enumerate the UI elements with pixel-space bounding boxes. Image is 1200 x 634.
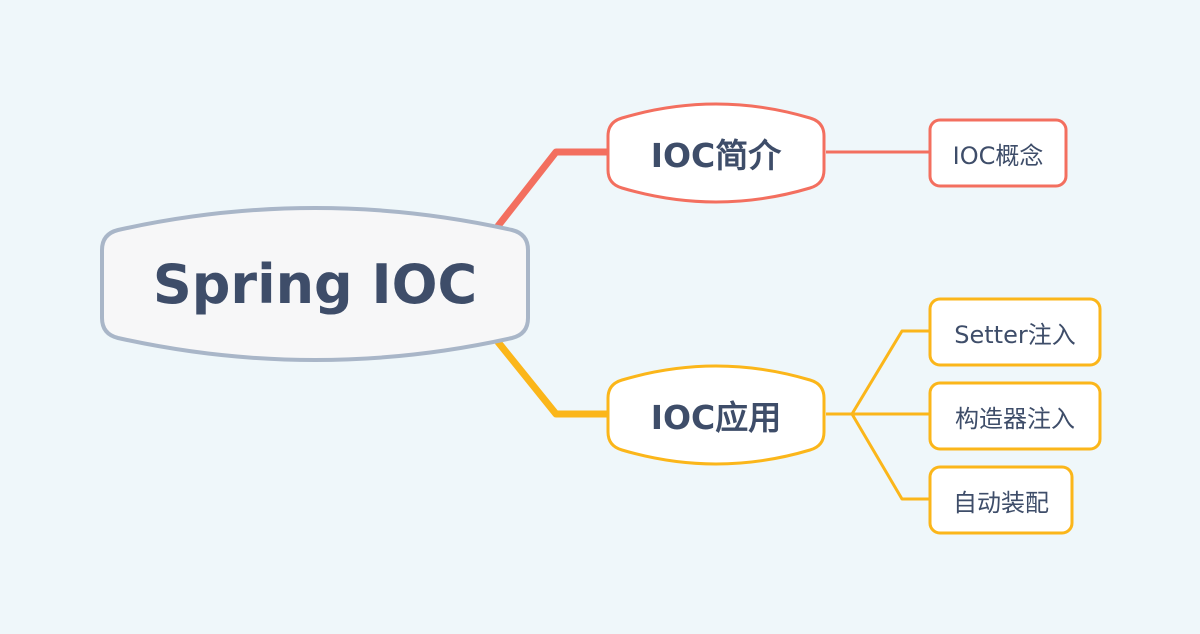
autowire-node-label: 自动装配 [953, 488, 1049, 517]
app-node-label: IOC应用 [650, 398, 782, 437]
connector-app-setter [826, 329, 930, 416]
intro-node-label: IOC简介 [650, 136, 782, 175]
setter-node-label: Setter注入 [954, 320, 1076, 349]
constructor-node-label: 构造器注入 [955, 404, 1075, 433]
root-node-label: Spring IOC [152, 252, 478, 316]
concept-node-label: IOC概念 [952, 141, 1044, 170]
connector-app-autowire [850, 413, 930, 501]
mind-map-canvas: Spring IOC IOC简介 IOC应用 IOC概念 Setter注入 构造… [0, 0, 1200, 634]
